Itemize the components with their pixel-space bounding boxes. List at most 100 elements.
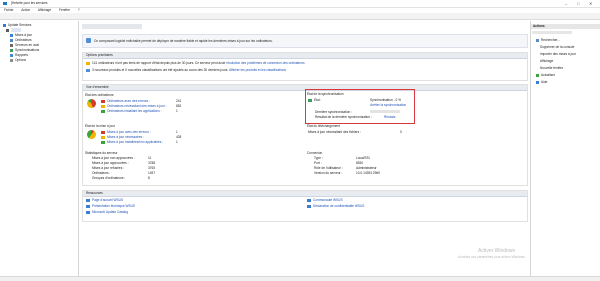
server-header-bar	[82, 24, 142, 29]
tree-item-reports[interactable]: Rapports	[10, 53, 28, 57]
options-icon	[10, 58, 13, 62]
web-link-icon	[307, 198, 311, 202]
action-view[interactable]: Affichage	[540, 59, 553, 63]
connection-label-0: Type :	[314, 156, 323, 160]
needed-swatch	[101, 135, 105, 139]
menu-help[interactable]: ?	[78, 8, 80, 12]
computers-needed-row[interactable]: Ordinateurs nécessitant des mises à jour…	[101, 104, 167, 108]
navigation-tree: Update Services WSUS Mises à jour Ordina…	[0, 21, 79, 276]
resource-wsus-community[interactable]: Communauté WSUS	[307, 198, 343, 202]
tree-item-computers[interactable]: Ordinateurs	[10, 38, 32, 42]
resource-technical-overview[interactable]: Présentation technique WSUS	[86, 204, 135, 208]
server-icon	[6, 28, 9, 32]
update-status-title: État de la mise à jour	[85, 124, 115, 128]
menu-fenetre[interactable]: Fenêtre	[59, 8, 70, 12]
computers-installing-value: 1	[176, 109, 178, 113]
stats-value-0: 11	[148, 156, 152, 160]
stats-value-3: 1457	[148, 171, 156, 175]
tree-item-updates[interactable]: Mises à jour	[10, 33, 32, 37]
menu-action[interactable]: Action	[21, 8, 30, 12]
intro-banner: Ce composant logiciel enfichable permet …	[82, 34, 528, 48]
warning-icon	[86, 61, 90, 65]
connection-value-3: 10.0.14393.2969	[356, 171, 380, 175]
updates-icon	[10, 33, 13, 37]
computers-needed-value: 852	[176, 104, 182, 108]
actions-server-redacted	[532, 31, 572, 34]
action-refresh[interactable]: Actualiser	[536, 73, 555, 77]
connection-label-1: Port :	[314, 161, 322, 165]
action-new-window[interactable]: Nouvelle fenêtre	[540, 66, 563, 70]
to-do-section: Options prioritaires 141 ordinateurs n'o…	[82, 52, 528, 81]
to-do-line-1: 141 ordinateurs n'ont pas émis de rappor…	[86, 61, 305, 65]
connection-title: Connexion	[307, 151, 323, 155]
last-sync-value-redacted	[370, 110, 400, 113]
maximize-button[interactable]: □	[577, 1, 579, 6]
download-status-title: État du téléchargement	[307, 124, 340, 128]
computers-installing-row[interactable]: Ordinateurs installant les applications …	[101, 109, 162, 113]
action-remove-from-console[interactable]: Supprimer de la console	[540, 45, 574, 49]
tree-root[interactable]: Update Services	[3, 23, 31, 27]
window-title: [Helvète pour les services	[11, 1, 48, 5]
stats-value-1: 3788	[148, 161, 156, 165]
resource-privacy-statement[interactable]: Déclaration de confidentialité WSUS	[307, 204, 364, 208]
ok-swatch	[101, 109, 105, 113]
sync-state-value: Synchronisation - 0 %	[370, 98, 402, 102]
stats-label-1: Mises à jour approuvées :	[92, 161, 129, 165]
tree-item-synchronizations[interactable]: Synchronisations	[10, 48, 39, 52]
last-sync-result-label: Résultat de la dernière synchronisation …	[315, 115, 372, 119]
web-link-icon	[307, 204, 311, 208]
last-sync-label: Dernière synchronisation :	[315, 110, 353, 114]
tree-item-downstream[interactable]: Serveurs en aval	[10, 43, 39, 47]
computers-errors-value: 241	[176, 99, 182, 103]
updates-installed-row[interactable]: Mises à jour installées/non applicables …	[101, 140, 163, 144]
menu-affichage[interactable]: Affichage	[38, 8, 51, 12]
updates-errors-row[interactable]: Mises à jour avec des erreurs :	[101, 130, 151, 134]
connection-troubleshoot-link[interactable]: résolution des problèmes de connexion de…	[226, 61, 304, 65]
updates-needed-value: 428	[176, 135, 182, 139]
update-status-pie	[87, 130, 96, 139]
banner-text: Ce composant logiciel enfichable permet …	[94, 39, 273, 43]
updates-errors-value: 1	[176, 130, 178, 134]
computer-status-pie	[87, 99, 96, 108]
stop-sync-link[interactable]: Arrêter la synchronisation	[370, 103, 406, 107]
help-icon	[536, 80, 539, 84]
downstream-servers-icon	[10, 43, 13, 47]
web-link-icon	[86, 204, 90, 208]
view-products-link[interactable]: Afficher les produits et les classificat…	[229, 68, 286, 72]
actions-title: Actions	[531, 24, 600, 29]
info-icon	[86, 68, 90, 72]
updates-needed-row[interactable]: Mises à jour nécessaires :	[101, 135, 144, 139]
app-icon	[3, 2, 7, 5]
last-sync-result-value[interactable]: Réussie	[384, 115, 396, 119]
wsus-logo-icon	[86, 38, 91, 43]
computers-errors-row[interactable]: Ordinateurs avec des erreurs :	[101, 99, 150, 103]
minimize-button[interactable]: –	[565, 1, 567, 6]
resource-wsus-home[interactable]: Page d'accueil WSUS	[86, 198, 123, 202]
resource-update-catalog[interactable]: Microsoft Update Catalog	[86, 210, 128, 214]
stats-value-2: 3765	[148, 166, 156, 170]
connection-label-2: Rôle de l'utilisateur :	[314, 166, 343, 170]
stats-label-0: Mises à jour non approuvées :	[92, 156, 135, 160]
action-import-updates[interactable]: Importer des mises à jour	[540, 52, 576, 56]
menu-fichier[interactable]: Fichier	[4, 8, 14, 12]
tree-server[interactable]: WSUS	[6, 28, 21, 32]
close-button[interactable]: ✕	[589, 1, 592, 6]
to-do-title: Options prioritaires	[83, 53, 527, 59]
activation-watermark-title: Activer Windows	[478, 248, 515, 254]
sync-icon	[10, 48, 13, 52]
stats-value-4: 8	[148, 176, 150, 180]
needed-swatch	[101, 104, 105, 108]
error-swatch	[101, 99, 105, 103]
activation-watermark-text: Accédez aux paramètres pour activer Wind…	[458, 255, 526, 259]
web-link-icon	[86, 210, 90, 214]
tree-item-options[interactable]: Options	[10, 58, 26, 62]
reports-icon	[10, 53, 13, 57]
update-services-icon	[3, 23, 6, 27]
download-row-label: Mises à jour nécessitant des fichiers :	[308, 130, 361, 134]
action-search[interactable]: Rechercher...	[536, 38, 560, 42]
computers-icon	[10, 38, 13, 42]
computer-status-title: État des ordinateurs	[85, 93, 114, 97]
ok-swatch	[101, 140, 105, 144]
connection-value-2: Administrateur	[356, 166, 377, 170]
action-help[interactable]: Aide	[536, 80, 547, 84]
